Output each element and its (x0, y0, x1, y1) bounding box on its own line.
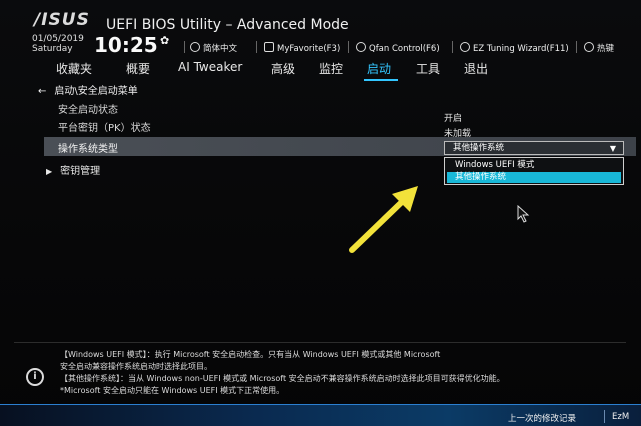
clock[interactable]: 10:25 (94, 33, 158, 57)
os-type-label: 操作系统类型 (58, 144, 118, 155)
help-line: 安全启动兼容操作系统启动时选择此项目。 (60, 362, 212, 371)
gear-icon[interactable]: ✿ (160, 34, 169, 47)
mouse-cursor-icon (517, 205, 530, 223)
last-modified-button[interactable]: 上一次的修改记录 (508, 412, 576, 424)
key-management-label: 密钥管理 (60, 166, 101, 177)
help-line: 【其他操作系统】：当从 Windows non-UEFI 模式或 Microso… (60, 374, 505, 383)
breadcrumb-text: 启动\安全启动菜单 (54, 86, 138, 97)
info-icon: i (26, 368, 44, 386)
help-line: 【Windows UEFI 模式】：执行 Microsoft 安全启动检查。只有… (60, 350, 441, 359)
back-arrow-icon[interactable]: ← (38, 86, 46, 97)
chevron-down-icon: ▼ (609, 144, 616, 153)
ez-tuning-label: EZ Tuning Wizard(F11) (473, 44, 569, 54)
window-title: UEFI BIOS Utility – Advanced Mode (106, 17, 349, 33)
expand-arrow-icon: ▶ (46, 167, 53, 176)
fan-icon (356, 42, 366, 52)
tab-ai-tweaker[interactable]: AI Tweaker (178, 60, 242, 74)
globe-icon (190, 42, 200, 52)
bulb-icon (460, 42, 470, 52)
help-icon (584, 42, 594, 52)
hotkeys-label: 热键 (597, 44, 615, 54)
tab-monitor[interactable]: 监控 (319, 60, 343, 77)
header-divider (452, 41, 453, 53)
language-label: 简体中文 (203, 44, 238, 54)
yellow-arrow-icon (349, 186, 418, 253)
platform-key-label: 平台密钥（PK）状态 (58, 123, 151, 134)
tab-tool[interactable]: 工具 (416, 60, 440, 77)
option-windows-uefi[interactable]: Windows UEFI 模式 (447, 160, 621, 171)
header-divider (256, 41, 257, 53)
qfan-button[interactable]: Qfan Control(F6) (356, 42, 440, 54)
header-divider (576, 41, 577, 53)
favorite-icon (264, 42, 274, 52)
weekday-text: Saturday (32, 44, 73, 54)
main-tabs: 收藏夹 概要 AI Tweaker 高级 监控 启动 工具 退出 (0, 58, 641, 82)
ez-tuning-button[interactable]: EZ Tuning Wizard(F11) (460, 42, 569, 54)
tab-main[interactable]: 概要 (126, 60, 150, 77)
header-bar: /ISUS UEFI BIOS Utility – Advanced Mode … (0, 0, 641, 57)
tab-advanced[interactable]: 高级 (271, 60, 295, 77)
date-display: 01/05/2019 Saturday (32, 34, 84, 54)
header-divider (348, 41, 349, 53)
bios-screen: /ISUS UEFI BIOS Utility – Advanced Mode … (0, 0, 641, 426)
ez-mode-button[interactable]: EzM (612, 412, 629, 422)
secure-boot-state-label: 安全启动状态 (58, 105, 118, 116)
asus-logo: /ISUS (34, 10, 90, 30)
language-button[interactable]: 简体中文 (190, 42, 237, 54)
footer-separator (604, 410, 605, 423)
os-type-select[interactable]: 其他操作系统 ▼ (444, 141, 624, 155)
tab-exit[interactable]: 退出 (464, 60, 488, 77)
hotkeys-button[interactable]: 热键 (584, 42, 614, 54)
active-tab-indicator (364, 79, 398, 81)
breadcrumb[interactable]: ← 启动\安全启动菜单 (38, 82, 138, 97)
secure-boot-state-value: 开启 (444, 114, 463, 124)
option-other-os[interactable]: 其他操作系统 (447, 172, 621, 183)
os-type-selected-value: 其他操作系统 (453, 143, 505, 153)
os-type-dropdown: Windows UEFI 模式 其他操作系统 (444, 157, 624, 185)
tab-favorites[interactable]: 收藏夹 (56, 60, 92, 77)
key-management-item[interactable]: ▶ 密钥管理 (46, 162, 100, 177)
myfavorite-label: MyFavorite(F3) (277, 44, 341, 54)
footer-divider (0, 404, 641, 405)
help-line: *Microsoft 安全启动只能在 Windows UEFI 模式下正常使用。 (60, 386, 285, 395)
myfavorite-button[interactable]: MyFavorite(F3) (264, 42, 340, 54)
tab-boot[interactable]: 启动 (367, 60, 391, 77)
qfan-label: Qfan Control(F6) (369, 44, 440, 54)
header-divider (184, 41, 185, 53)
date-text: 01/05/2019 (32, 34, 84, 44)
